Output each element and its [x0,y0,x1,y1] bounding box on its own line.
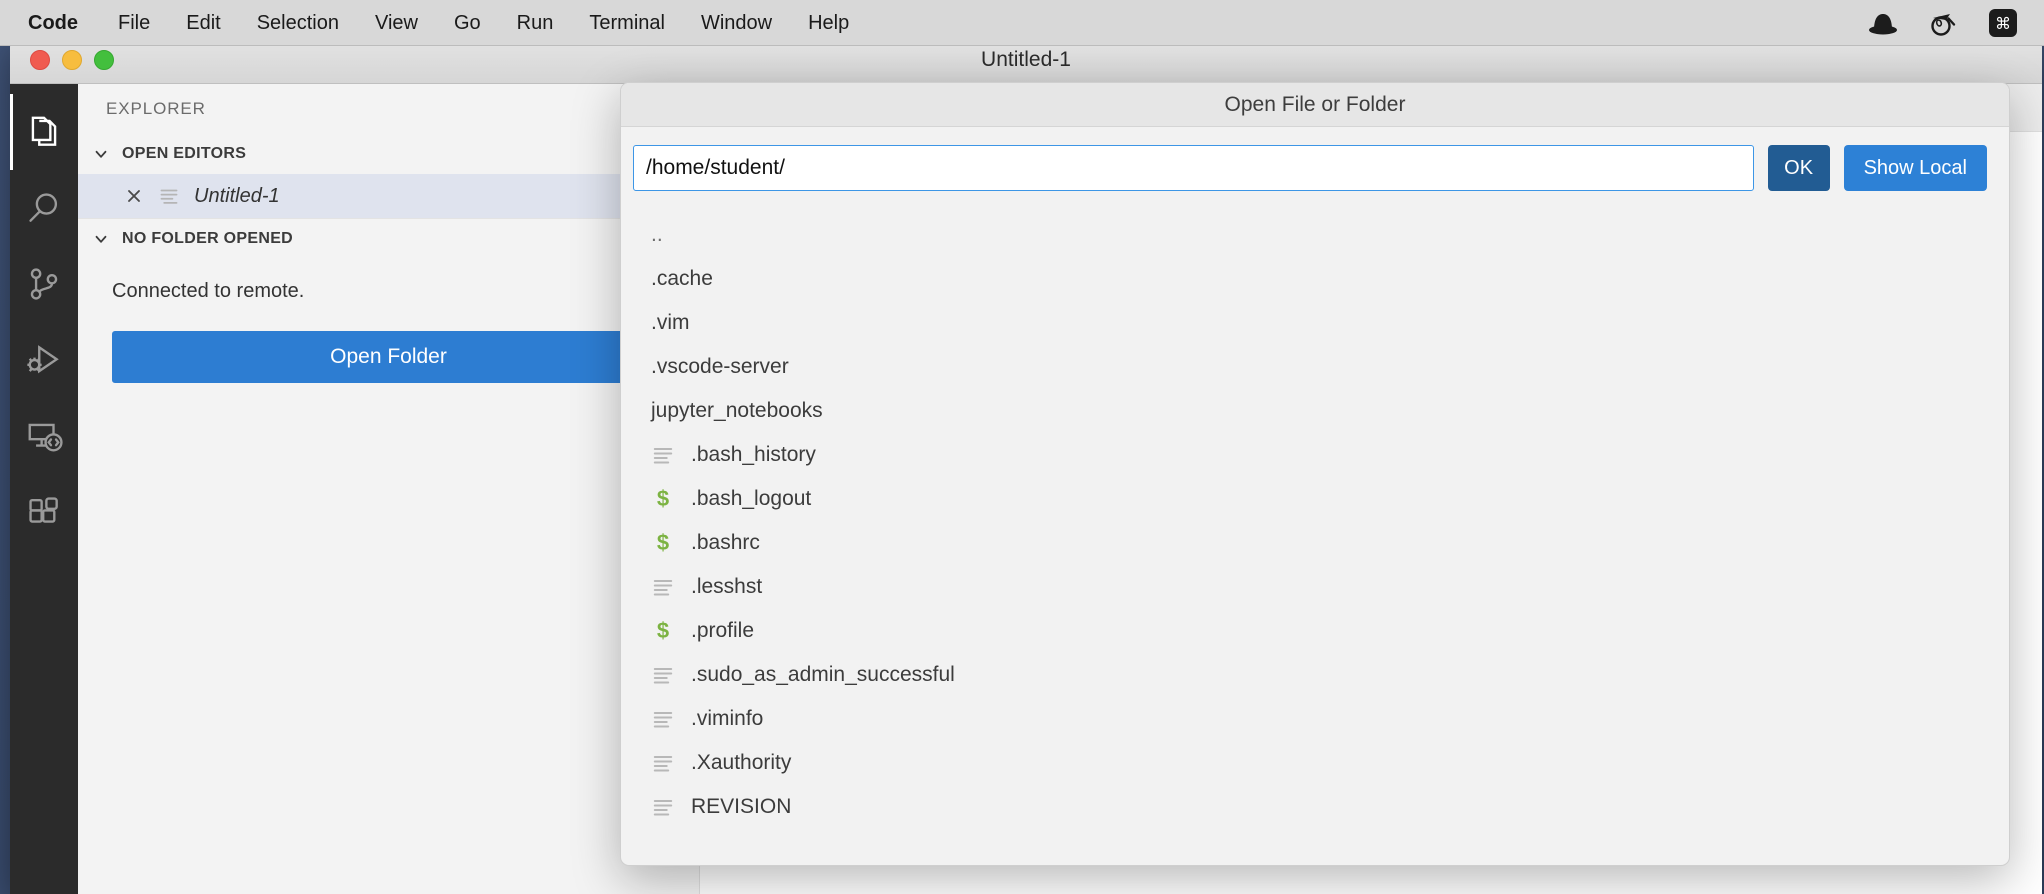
activitybar-item-extensions[interactable] [10,474,78,550]
menu-item-window[interactable]: Window [683,0,790,46]
run-debug-icon [25,341,63,379]
window-title: Untitled-1 [981,47,1071,71]
menu-item-file[interactable]: File [100,0,168,46]
screen: Code File Edit Selection View Go Run Ter… [0,0,2044,894]
shell-script-icon: $ [656,618,670,643]
open-file-or-folder-dialog: Open File or Folder OK Show Local .. .cac… [620,82,2010,866]
shell-script-icon: $ [656,530,670,555]
file-list-item[interactable]: REVISION [621,785,2009,829]
dialog-title: Open File or Folder [621,83,2009,127]
activity-bar [10,84,78,894]
text-file-icon [158,185,180,207]
command-key-icon[interactable]: ⌘ [1988,8,2018,38]
ok-button[interactable]: OK [1767,145,1830,191]
mac-menu-bar: Code File Edit Selection View Go Run Ter… [0,0,2044,46]
text-file-icon [651,707,675,731]
remote-explorer-icon [25,417,63,455]
open-folder-button[interactable]: Open Folder [112,331,665,383]
file-list-item[interactable]: .sudo_as_admin_successful [621,653,2009,697]
text-file-icon [651,443,675,467]
file-list-item-label: .lesshst [691,575,763,598]
extensions-icon [25,493,63,531]
file-list-item[interactable]: .lesshst [621,565,2009,609]
coffee-pot-icon[interactable] [1928,8,1958,38]
menu-item-edit[interactable]: Edit [168,0,238,46]
menu-item-code[interactable]: Code [28,0,100,46]
sidebar-title: EXPLORER [106,99,206,118]
activitybar-item-source-control[interactable] [10,246,78,322]
remote-connection-status: Connected to remote. [112,280,305,302]
file-list-item-label: .Xauthority [691,751,792,774]
file-list-item[interactable]: .. [621,213,2009,257]
file-list-item[interactable]: .viminfo [621,697,2009,741]
sidebar-header: EXPLORER … [78,84,699,134]
file-list-item-label: .vscode-server [651,355,789,378]
menu-item-help[interactable]: Help [790,0,867,46]
file-list-item-label: jupyter_notebooks [651,399,823,422]
file-list-item[interactable]: jupyter_notebooks [621,389,2009,433]
file-list-item-label: .bash_history [691,443,816,466]
menu-bar-items: Code File Edit Selection View Go Run Ter… [0,0,867,46]
file-list-item-label: .. [651,223,663,246]
bowler-hat-icon[interactable] [1868,8,1898,38]
file-list-item[interactable]: .vscode-server [621,345,2009,389]
menu-item-go[interactable]: Go [436,0,499,46]
file-list-item[interactable]: .cache [621,257,2009,301]
activitybar-item-explorer[interactable] [10,94,78,170]
file-list-item-label: .bash_logout [691,487,812,510]
file-list-item[interactable]: $ .bashrc [621,521,2009,565]
chevron-down-icon [92,230,110,248]
menu-item-terminal[interactable]: Terminal [571,0,683,46]
shell-script-icon: $ [656,486,670,511]
open-editor-item-untitled-1[interactable]: Untitled-1 [78,174,699,218]
file-list-item-label: .sudo_as_admin_successful [691,663,955,686]
files-icon [25,113,63,151]
file-list-item-label: .bashrc [691,531,760,554]
svg-text:⌘: ⌘ [1995,14,2011,33]
file-list-item[interactable]: $ .profile [621,609,2009,653]
file-list-item-label: .vim [651,311,690,334]
file-list-item[interactable]: $ .bash_logout [621,477,2009,521]
file-list-item-label: REVISION [691,795,792,818]
file-list-item[interactable]: .vim [621,301,2009,345]
text-file-icon [651,751,675,775]
text-file-icon [651,575,675,599]
path-input[interactable] [633,145,1754,191]
file-list-item[interactable]: .Xauthority [621,741,2009,785]
menu-item-view[interactable]: View [357,0,436,46]
activitybar-item-remote-explorer[interactable] [10,398,78,474]
sidebar-section-label: OPEN EDITORS [122,145,247,162]
sidebar-section-no-folder-opened[interactable]: NO FOLDER OPENED [78,218,699,258]
sidebar: EXPLORER … OPEN EDITORS [78,84,700,894]
activitybar-item-run-and-debug[interactable] [10,322,78,398]
file-list-item-label: .profile [691,619,755,642]
file-list-item[interactable]: .bash_history [621,433,2009,477]
text-file-icon [651,795,675,819]
open-editor-label: Untitled-1 [194,184,280,207]
file-list-item-label: .cache [651,267,713,290]
sidebar-section-open-editors[interactable]: OPEN EDITORS [78,134,699,174]
dialog-input-row: OK Show Local [621,127,2009,207]
source-control-icon [25,265,63,303]
text-file-icon [651,663,675,687]
menu-item-selection[interactable]: Selection [239,0,357,46]
file-list-item-label: .viminfo [691,707,764,730]
file-list: .. .cache .vim .vscode-server jupyter_notebo… [621,207,2009,865]
menu-bar-tray: ⌘ [1868,8,2044,38]
close-icon[interactable] [124,186,144,206]
activitybar-item-search[interactable] [10,170,78,246]
search-icon [25,189,63,227]
show-local-button[interactable]: Show Local [1843,145,1987,191]
sidebar-section-label: NO FOLDER OPENED [122,229,294,247]
chevron-down-icon [92,145,110,163]
menu-item-run[interactable]: Run [499,0,572,46]
